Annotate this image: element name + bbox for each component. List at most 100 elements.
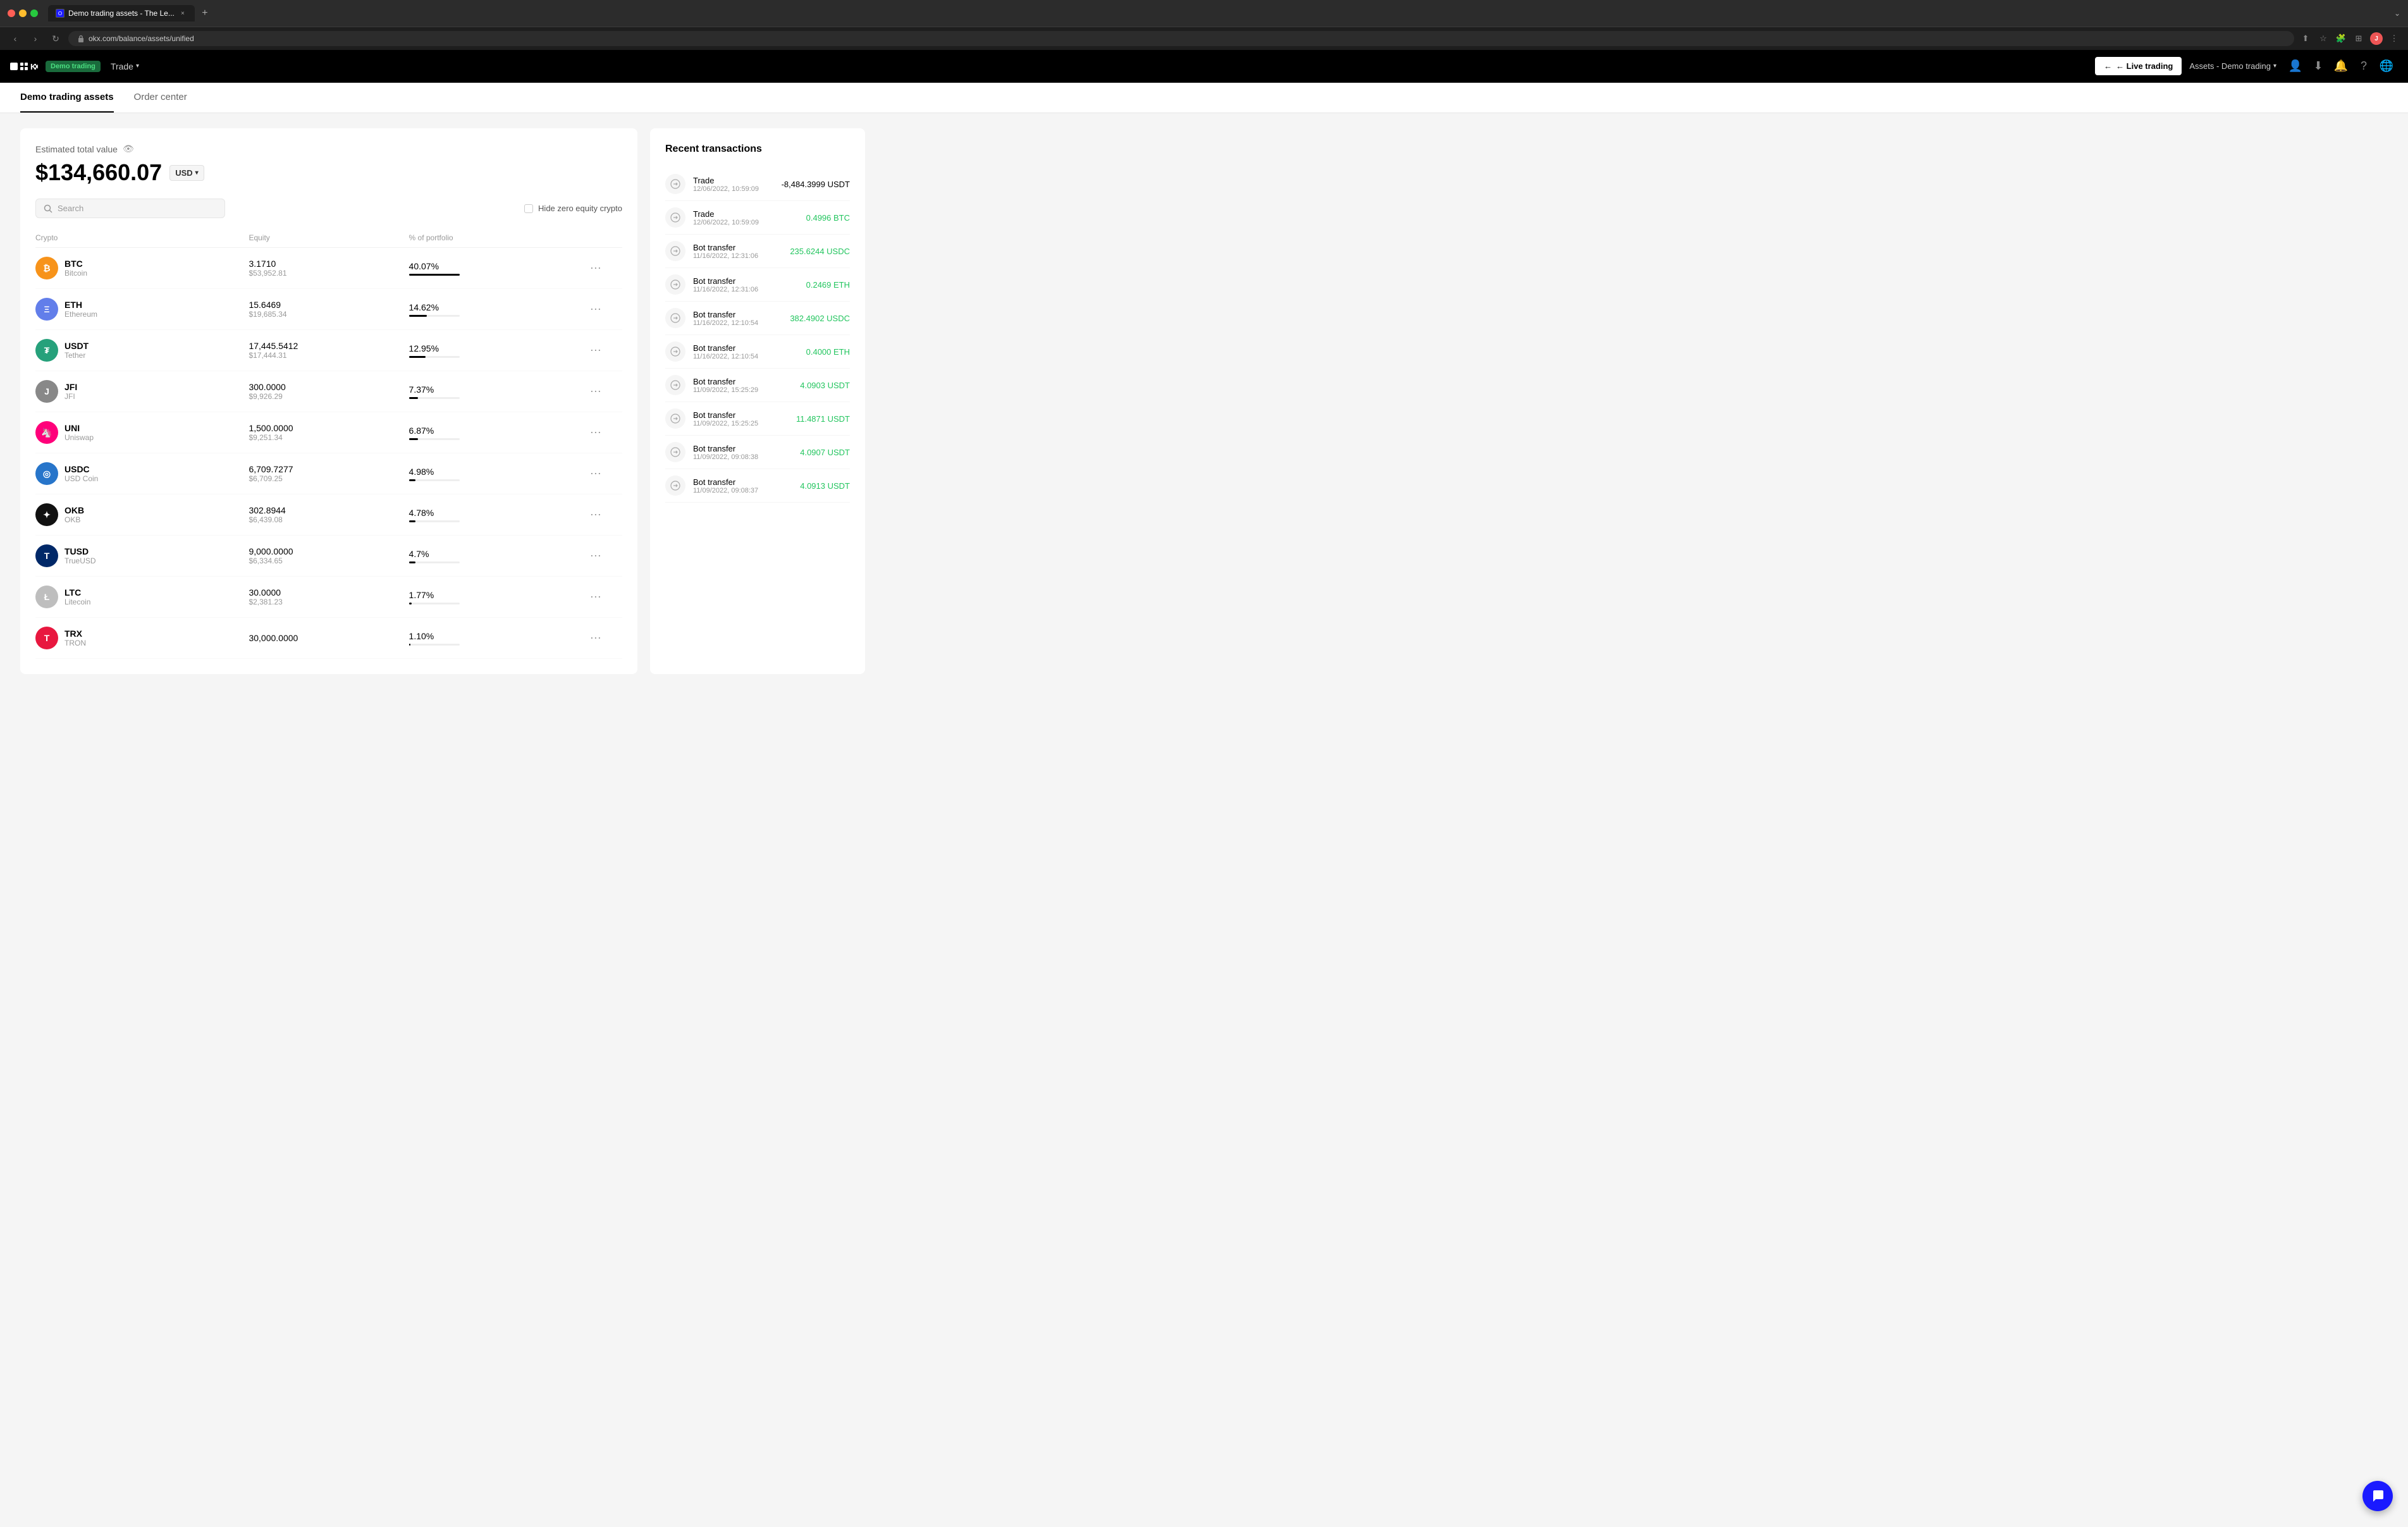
address-input-container[interactable]: okx.com/balance/assets/unified: [68, 31, 2294, 46]
crypto-name-group: JFI JFI: [64, 382, 77, 401]
crypto-fullname-TRX: TRON: [64, 639, 86, 647]
hide-zero-checkbox[interactable]: [524, 204, 533, 213]
crypto-info-TRX: T TRX TRON: [35, 627, 249, 649]
more-button-TUSD[interactable]: ⋯: [569, 549, 622, 563]
currency-selector[interactable]: USD ▾: [169, 165, 204, 181]
download-icon[interactable]: ⬇: [2307, 55, 2330, 78]
crypto-symbol-UNI: UNI: [64, 423, 94, 433]
minimize-window-button[interactable]: [19, 9, 27, 17]
tx-date-1: 12/06/2022, 10:59:09: [693, 219, 799, 226]
crypto-fullname-LTC: Litecoin: [64, 598, 90, 606]
equity-usd-USDT: $17,444.31: [249, 351, 408, 360]
tx-type-2: Bot transfer: [693, 243, 782, 252]
col-pct: % of portfolio: [409, 233, 569, 242]
tx-icon-3: [665, 274, 685, 295]
chat-button[interactable]: [2362, 1481, 2393, 1511]
tx-date-2: 11/16/2022, 12:31:06: [693, 252, 782, 260]
transfer-icon: [670, 447, 680, 457]
crypto-symbol-TRX: TRX: [64, 629, 86, 639]
crypto-name-group: TRX TRON: [64, 629, 86, 647]
transaction-item: Trade 12/06/2022, 10:59:09 -8,484.3999 U…: [665, 168, 850, 201]
more-button-USDC[interactable]: ⋯: [569, 467, 622, 481]
equity-usd-JFI: $9,926.29: [249, 392, 408, 401]
bookmark-icon[interactable]: ☆: [2317, 32, 2330, 45]
help-icon[interactable]: ?: [2352, 55, 2375, 78]
toggle-balance-icon[interactable]: 👁: [123, 144, 134, 154]
globe-icon[interactable]: 🌐: [2375, 55, 2398, 78]
tx-icon-4: [665, 308, 685, 328]
more-button-OKB[interactable]: ⋯: [569, 508, 622, 522]
pct-cell-OKB: 4.78%: [409, 508, 569, 522]
demo-trading-assets-tab[interactable]: Demo trading assets: [20, 83, 114, 113]
tab-close-button[interactable]: ×: [178, 9, 187, 18]
trade-nav-item[interactable]: Trade ▾: [103, 50, 147, 83]
hide-zero-checkbox-row[interactable]: Hide zero equity crypto: [524, 204, 622, 213]
search-input[interactable]: [58, 204, 217, 213]
search-box[interactable]: [35, 199, 225, 218]
crypto-icon-TRX: T: [35, 627, 58, 649]
pct-value-USDT: 12.95%: [409, 343, 569, 353]
traffic-lights: [8, 9, 38, 17]
back-button[interactable]: ‹: [8, 31, 23, 46]
extension-icon[interactable]: 🧩: [2335, 32, 2347, 45]
more-button-JFI[interactable]: ⋯: [569, 385, 622, 398]
reload-button[interactable]: ↻: [48, 31, 63, 46]
user-profile-icon[interactable]: 👤: [2284, 55, 2307, 78]
transactions-title: Recent transactions: [665, 144, 850, 155]
user-avatar[interactable]: J: [2370, 32, 2383, 45]
live-trading-button[interactable]: ← ← Live trading: [2095, 57, 2182, 75]
more-button-UNI[interactable]: ⋯: [569, 426, 622, 439]
progress-bar-fill-LTC: [409, 603, 412, 604]
assets-dropdown[interactable]: Assets - Demo trading ▾: [2182, 61, 2284, 71]
crypto-info-UNI: 🦄 UNI Uniswap: [35, 421, 249, 444]
table-row: ₿ BTC Bitcoin 3.1710 $53,952.81 40.07% ⋯: [35, 248, 622, 289]
more-button-ETH[interactable]: ⋯: [569, 303, 622, 316]
more-menu-icon[interactable]: ⋮: [2388, 32, 2400, 45]
active-tab[interactable]: O Demo trading assets - The Le... ×: [48, 5, 195, 21]
more-button-TRX[interactable]: ⋯: [569, 632, 622, 645]
table-row: Ξ ETH Ethereum 15.6469 $19,685.34 14.62%…: [35, 289, 622, 330]
progress-bar-bg-BTC: [409, 274, 460, 276]
tx-type-6: Bot transfer: [693, 377, 792, 386]
transfer-icon: [670, 481, 680, 491]
hide-zero-label: Hide zero equity crypto: [538, 204, 622, 213]
transfer-icon: [670, 246, 680, 256]
progress-bar-fill-BTC: [409, 274, 460, 276]
crypto-icon-JFI: J: [35, 380, 58, 403]
okx-logo[interactable]: K X: [10, 59, 38, 73]
extensions-button[interactable]: ⊞: [2352, 32, 2365, 45]
estimated-label-text: Estimated total value: [35, 144, 118, 154]
crypto-fullname-USDC: USD Coin: [64, 474, 98, 483]
tx-type-0: Trade: [693, 176, 774, 185]
more-button-BTC[interactable]: ⋯: [569, 262, 622, 275]
tx-info-4: Bot transfer 11/16/2022, 12:10:54: [693, 310, 782, 327]
equity-usd-ETH: $19,685.34: [249, 310, 408, 319]
chat-icon: [2371, 1489, 2385, 1503]
address-bar: ‹ › ↻ okx.com/balance/assets/unified ⬆ ☆…: [0, 27, 2408, 50]
close-window-button[interactable]: [8, 9, 15, 17]
tx-amount-6: 4.0903 USDT: [800, 381, 850, 390]
share-icon[interactable]: ⬆: [2299, 32, 2312, 45]
tx-icon-9: [665, 475, 685, 496]
order-center-tab[interactable]: Order center: [134, 83, 187, 113]
table-row: ✦ OKB OKB 302.8944 $6,439.08 4.78% ⋯: [35, 494, 622, 536]
maximize-window-button[interactable]: [30, 9, 38, 17]
notifications-icon[interactable]: 🔔: [2330, 55, 2352, 78]
transaction-item: Bot transfer 11/16/2022, 12:10:54 382.49…: [665, 302, 850, 335]
forward-button[interactable]: ›: [28, 31, 43, 46]
progress-bar-bg-TUSD: [409, 561, 460, 563]
progress-bar-fill-UNI: [409, 438, 418, 440]
progress-bar-fill-OKB: [409, 520, 415, 522]
crypto-name-group: UNI Uniswap: [64, 423, 94, 442]
tx-type-4: Bot transfer: [693, 310, 782, 319]
pct-cell-USDT: 12.95%: [409, 343, 569, 358]
new-tab-button[interactable]: +: [197, 6, 212, 21]
more-button-LTC[interactable]: ⋯: [569, 591, 622, 604]
crypto-name-group: USDC USD Coin: [64, 464, 98, 483]
more-button-USDT[interactable]: ⋯: [569, 344, 622, 357]
demo-trading-badge[interactable]: Demo trading: [46, 61, 101, 72]
address-bar-icons: ⬆ ☆ 🧩 ⊞ J ⋮: [2299, 32, 2400, 45]
svg-text:X: X: [34, 62, 38, 71]
crypto-info-TUSD: T TUSD TrueUSD: [35, 544, 249, 567]
right-panel: Recent transactions Trade 12/06/2022, 10…: [650, 128, 865, 674]
